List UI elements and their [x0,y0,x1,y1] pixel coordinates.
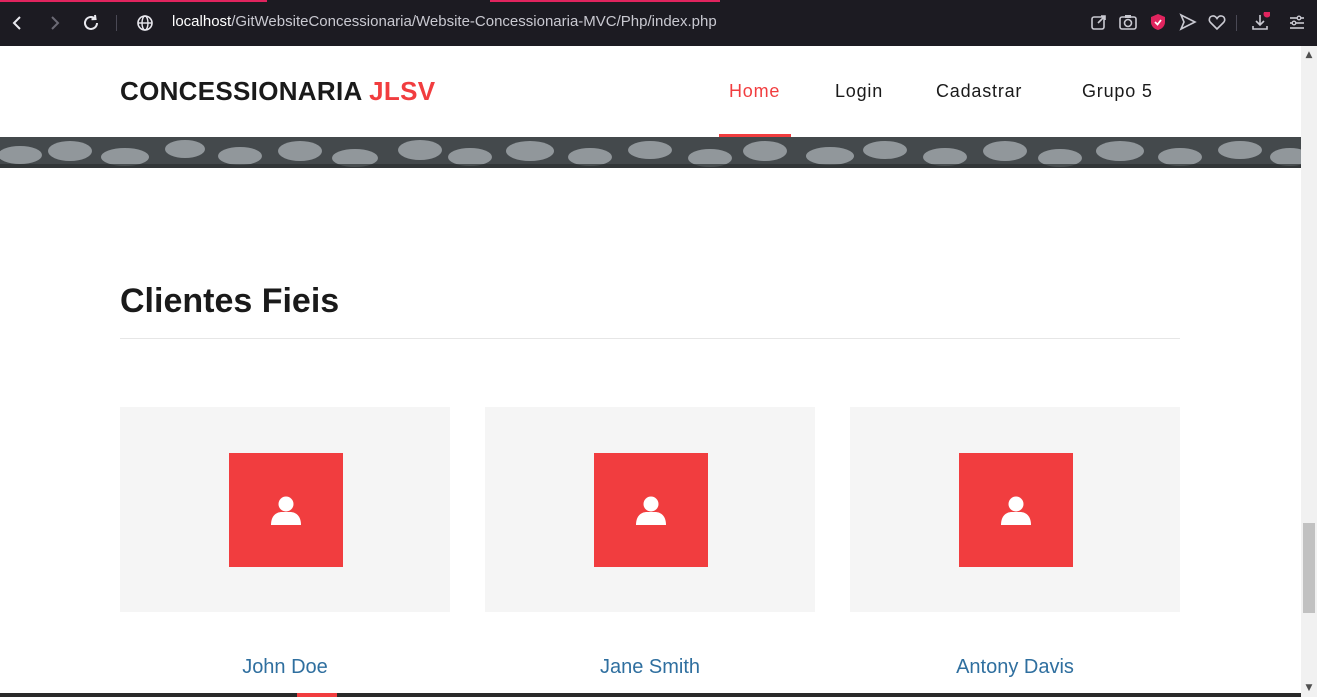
tab-indicator [0,0,267,2]
brand-logo[interactable]: CONCESSIONARIA JLSV [120,76,435,107]
avatar [594,453,708,567]
scroll-up-icon[interactable]: ▲ [1301,48,1317,62]
page-scrollbar[interactable]: ▲ ▼ [1301,46,1317,697]
section-divider [120,338,1180,339]
brand-accent: JLSV [369,76,436,106]
heart-icon[interactable] [1207,12,1227,32]
shield-icon[interactable] [1148,12,1168,32]
forward-icon[interactable] [43,12,65,34]
client-name[interactable]: Antony Davis [850,656,1180,679]
settings-icon[interactable] [1287,12,1307,32]
back-icon[interactable] [7,12,29,34]
bottom-edge [0,693,1301,697]
avatar [229,453,343,567]
brand-main: CONCESSIONARIA [120,76,362,106]
toolbar-separator [116,15,117,31]
send-icon[interactable] [1178,12,1198,32]
hero-image [0,137,1301,168]
user-icon [636,496,666,525]
site-header: CONCESSIONARIA JLSV Home Login Cadastrar… [0,46,1301,137]
client-card [120,407,450,612]
avatar [959,453,1073,567]
bottom-accent [297,693,337,697]
client-name[interactable]: Jane Smith [485,656,815,679]
download-icon[interactable] [1250,10,1271,32]
toolbar-separator [1236,15,1237,31]
user-icon [1001,496,1031,525]
nav-login[interactable]: Login [835,81,883,102]
client-name[interactable]: John Doe [120,656,450,679]
globe-icon [134,12,156,34]
browser-toolbar: localhost/GitWebsiteConcessionaria/Websi… [0,0,1317,46]
share-icon[interactable] [1089,12,1109,32]
nav-home[interactable]: Home [729,81,780,102]
client-card [485,407,815,612]
address-bar[interactable]: localhost/GitWebsiteConcessionaria/Websi… [172,13,717,30]
user-icon [271,496,301,525]
nav-cadastrar[interactable]: Cadastrar [936,81,1022,102]
tab-indicator [490,0,720,2]
camera-icon[interactable] [1118,12,1138,32]
nav-grupo-5[interactable]: Grupo 5 [1082,81,1153,102]
url-path: /GitWebsiteConcessionaria/Website-Conces… [231,13,717,30]
url-host: localhost [172,13,232,30]
scroll-thumb[interactable] [1303,523,1315,613]
scroll-down-icon[interactable]: ▼ [1301,681,1317,695]
reload-icon[interactable] [80,12,102,34]
client-card [850,407,1180,612]
section-title: Clientes Fieis [120,282,340,320]
